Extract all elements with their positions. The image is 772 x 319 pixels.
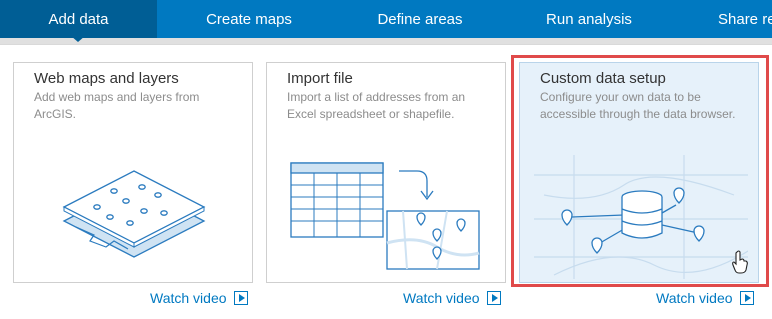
watch-video-link-custom-data[interactable]: Watch video [656, 290, 754, 306]
card-import-file[interactable]: Import file Import a list of addresses f… [266, 62, 506, 283]
watch-video-label: Watch video [150, 290, 227, 306]
tab-add-data[interactable]: Add data [0, 0, 157, 38]
tab-define-areas-label: Define areas [377, 10, 463, 28]
tab-add-data-label: Add data [48, 10, 109, 28]
card-custom-data-setup[interactable]: Custom data setup Configure your own dat… [519, 62, 759, 283]
watch-video-link-import-file[interactable]: Watch video [403, 290, 501, 306]
tab-share-reports[interactable]: Share re [706, 0, 772, 38]
card-title: Custom data setup [540, 70, 666, 87]
tab-create-maps-label: Create maps [206, 10, 292, 28]
spreadsheet-to-map-icon [290, 162, 480, 270]
watch-video-label: Watch video [403, 290, 480, 306]
watch-video-link-web-maps[interactable]: Watch video [150, 290, 248, 306]
tab-run-analysis-label: Run analysis [546, 10, 632, 28]
card-description: Configure your own data to be accessible… [540, 90, 736, 121]
card-description: Add web maps and layers from ArcGIS. [34, 90, 200, 121]
top-navigation: Add data Create maps Define areas Run an… [0, 0, 772, 38]
play-icon [233, 291, 248, 305]
map-layers-icon [62, 170, 206, 258]
tab-share-reports-label: Share re [718, 10, 772, 28]
play-icon [739, 291, 754, 305]
hand-cursor-icon [732, 250, 748, 274]
active-tab-caret [71, 36, 85, 42]
card-title: Web maps and layers [34, 70, 179, 87]
tab-create-maps[interactable]: Create maps [172, 0, 326, 38]
database-network-icon [534, 155, 748, 279]
card-web-maps-layers[interactable]: Web maps and layers Add web maps and lay… [13, 62, 253, 283]
tab-run-analysis[interactable]: Run analysis [512, 0, 666, 38]
card-description: Import a list of addresses from an Excel… [287, 90, 466, 121]
tab-define-areas[interactable]: Define areas [340, 0, 500, 38]
card-title: Import file [287, 70, 353, 87]
play-icon [486, 291, 501, 305]
watch-video-label: Watch video [656, 290, 733, 306]
